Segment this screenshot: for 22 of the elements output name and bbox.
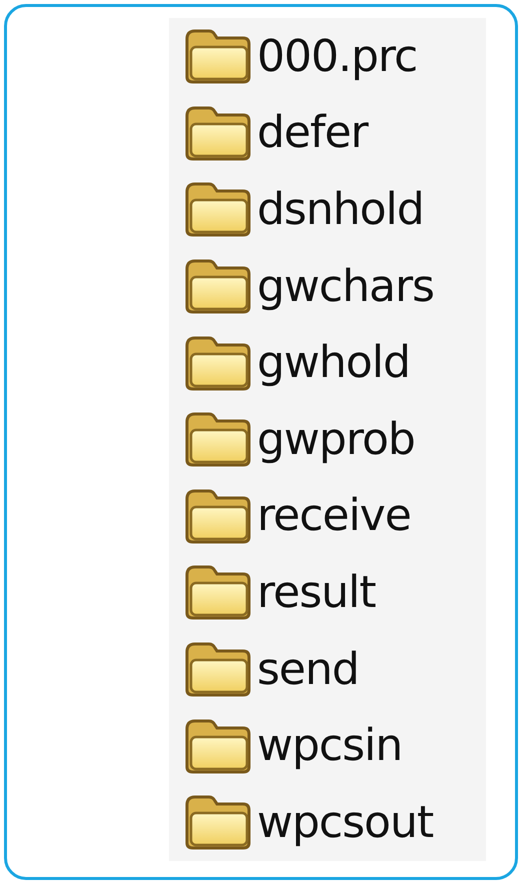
folder-name[interactable]: defer: [257, 107, 368, 158]
folder-name[interactable]: receive: [257, 490, 411, 542]
folder-name[interactable]: gwprob: [257, 414, 415, 465]
folder-icon: [183, 563, 253, 622]
folder-icon: [183, 334, 253, 392]
folder-name[interactable]: wpcsout: [257, 796, 434, 848]
folder-icon: [183, 716, 253, 775]
folder-name[interactable]: result: [257, 566, 376, 618]
folder-icon: [183, 793, 253, 852]
folder-icon: [183, 486, 253, 545]
folder-icon: [183, 640, 253, 698]
folder-name[interactable]: 000.prc: [257, 30, 418, 82]
folder-name[interactable]: gwhold: [257, 337, 410, 388]
folder-name[interactable]: send: [257, 644, 359, 695]
folder-icon: [183, 410, 253, 468]
folder-icon: [183, 180, 253, 238]
folder-name[interactable]: wpcsin: [257, 720, 402, 772]
folder-icon: [183, 104, 253, 162]
folder-name[interactable]: dsnhold: [257, 184, 424, 235]
folder-icon: [183, 27, 253, 86]
folder-name[interactable]: gwchars: [257, 260, 434, 312]
folder-icon: [183, 257, 253, 316]
